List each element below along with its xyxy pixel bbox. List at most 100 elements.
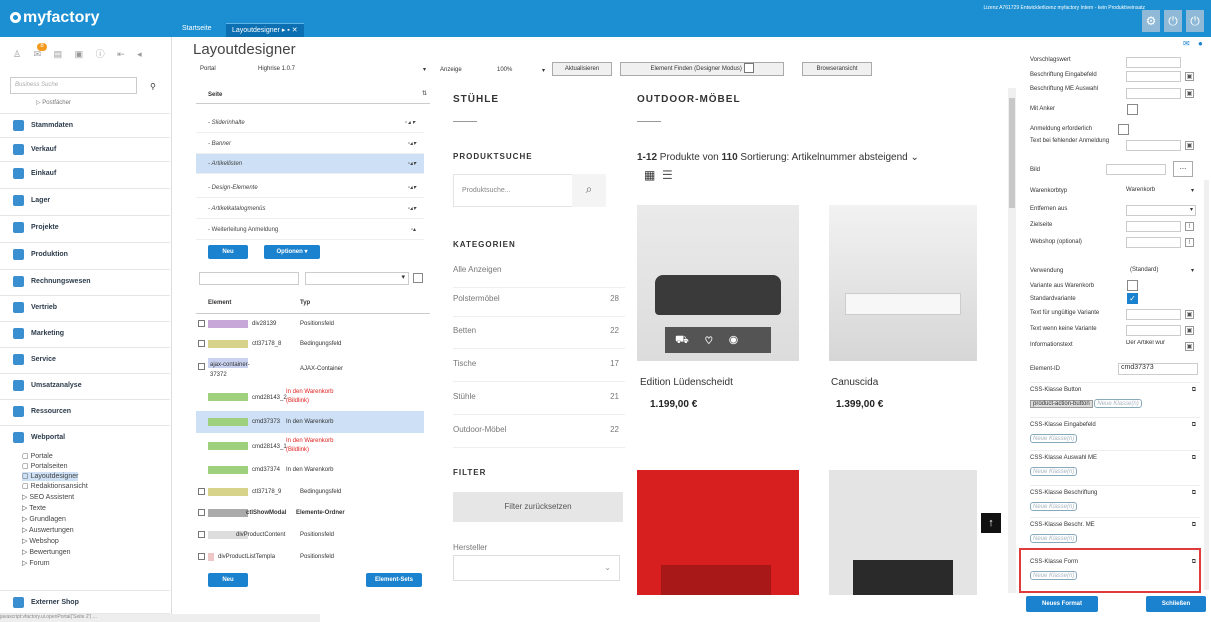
element-row[interactable]: ajax-container-37372 AJAX-Container — [196, 356, 424, 382]
sidebar-sub-portale[interactable]: ▢ Portale — [22, 452, 53, 461]
translate-icon[interactable]: ▣ — [1185, 141, 1194, 150]
translate-icon[interactable]: ▣ — [1185, 89, 1194, 98]
missing-login-text-field[interactable] — [1126, 140, 1181, 151]
sidebar-sub-grundlagen[interactable]: ▷ Grundlagen — [22, 515, 66, 524]
grid-view-icon[interactable]: ▦ — [644, 168, 655, 182]
props-scrollbar[interactable] — [1204, 180, 1209, 590]
refresh-button[interactable]: Aktualisieren — [552, 62, 612, 76]
page-row[interactable]: - Artikelkatalogmenüs ▫▴▾ — [196, 199, 424, 219]
options-button[interactable]: Optionen ▾ — [264, 245, 320, 259]
tree-settings-icon[interactable]: ⇅ — [422, 90, 427, 97]
new-format-button[interactable]: Neues Format — [1026, 596, 1098, 612]
info-icon[interactable]: ! — [1185, 238, 1194, 247]
element-row[interactable]: cmd28143_1 In den Warenkorb (Bildlink) — [196, 434, 424, 460]
sidebar-item-ressourcen[interactable]: Ressourcen — [0, 399, 170, 423]
tab-layoutdesigner[interactable]: Layoutdesigner ▸ ▪ ✕ — [226, 23, 304, 37]
sidebar-item-produktion[interactable]: Produktion — [0, 242, 170, 266]
default-variant-checkbox[interactable]: ✓ — [1127, 293, 1138, 304]
sidebar-item-umsatzanalyse[interactable]: Umsatzanalyse — [0, 373, 170, 397]
translate-icon[interactable]: ▣ — [1185, 342, 1194, 351]
translate-icon[interactable]: ▣ — [1185, 72, 1194, 81]
new-class-input[interactable]: Neue Klasse(n) — [1094, 399, 1142, 408]
translate-icon[interactable]: ▣ — [1185, 326, 1194, 335]
help-icon[interactable]: ● — [1198, 39, 1203, 48]
row-actions-icon[interactable]: ▫▴▾ — [408, 154, 416, 174]
product-name[interactable]: Canuscida — [831, 377, 878, 388]
page-row[interactable]: - Weiterleitung Anmeldung ▫▴ — [196, 220, 424, 240]
product-action-icons[interactable]: ⛟♡◉ — [665, 327, 771, 353]
element-filter-select[interactable]: ▾ — [305, 272, 409, 285]
tab-close-icon[interactable]: ▸ ▪ ✕ — [282, 27, 298, 34]
copy-icon[interactable]: ⧉ — [1192, 522, 1196, 529]
element-row[interactable]: cmd37374 In den Warenkorb — [196, 459, 424, 481]
default-value-input[interactable] — [1126, 57, 1181, 68]
sidebar-sub-seo[interactable]: ▷ SEO Assistent — [22, 493, 74, 502]
row-actions-icon[interactable]: ▫▴▾ — [408, 134, 416, 154]
cart-type-select[interactable]: Warenkorb ▾ — [1126, 187, 1196, 194]
login-required-checkbox[interactable] — [1118, 124, 1129, 135]
category-item[interactable]: Polstermöbel 28 — [453, 281, 625, 317]
product-image-chesterfield[interactable] — [829, 470, 977, 595]
sidebar-item-webportal[interactable]: Webportal — [0, 425, 170, 449]
new-class-input[interactable]: Neue Klasse(n) — [1030, 534, 1078, 543]
element-row[interactable]: ctl37178_9 Bedingungsfeld — [196, 481, 424, 503]
browse-image-button[interactable]: ... — [1173, 161, 1193, 177]
sidebar-toolbar-icons[interactable]: ♙ ✉ ▤ ▣ ⓘ ⇤ ◂ — [13, 47, 147, 60]
copy-icon[interactable]: ⧉ — [1192, 455, 1196, 462]
row-actions-icon[interactable]: ▫▴ — [411, 220, 416, 240]
element-id-field[interactable]: cmd37373 — [1118, 363, 1198, 375]
sidebar-item-lager[interactable]: Lager — [0, 188, 170, 212]
sidebar-sub-redaktionsansicht[interactable]: ▢ Redaktionsansicht — [22, 482, 88, 491]
copy-icon[interactable]: ⧉ — [1192, 559, 1196, 566]
element-row-selected[interactable]: cmd37373 In den Warenkorb — [196, 411, 424, 433]
sidebar-sub-layoutdesigner[interactable]: ▢ Layoutdesigner — [22, 472, 79, 481]
gear-icon[interactable]: ⚙ — [1142, 10, 1160, 32]
copy-icon[interactable]: ⧉ — [1192, 387, 1196, 394]
sidebar-sub-auswertungen[interactable]: ▷ Auswertungen — [22, 526, 74, 535]
page-row[interactable]: - Banner ▫▴▾ — [196, 134, 424, 154]
preview-scrollbar[interactable] — [1008, 88, 1016, 593]
category-item[interactable]: Outdoor-Möbel 22 — [453, 412, 625, 448]
page-row-selected[interactable]: - Artikellisten ▫▴▾ — [196, 154, 424, 174]
mail-icon[interactable]: ✉ — [1183, 39, 1190, 48]
sidebar-sub-bewertungen[interactable]: ▷ Bewertungen — [22, 548, 71, 557]
new-class-input[interactable]: Neue Klasse(n) — [1030, 571, 1078, 580]
element-row[interactable]: ctl37178_8 Bedingungsfeld — [196, 333, 424, 355]
webshop-field[interactable] — [1126, 237, 1181, 248]
copy-icon[interactable]: ⧉ — [1192, 490, 1196, 497]
filter-checkbox[interactable] — [413, 273, 423, 283]
anchor-checkbox[interactable] — [1127, 104, 1138, 115]
sidebar-item-einkauf[interactable]: Einkauf — [0, 161, 170, 185]
browser-view-button[interactable]: Browseransicht — [802, 62, 872, 76]
sidebar-item-projekte[interactable]: Projekte — [0, 215, 170, 239]
find-element-button[interactable]: Element Finden (Designer Modus) — [620, 62, 784, 76]
info-text-field[interactable]: Der Artikel wur — [1126, 340, 1181, 351]
product-name[interactable]: Edition Lüdenscheidt — [640, 377, 733, 388]
app-logo[interactable]: myfactory — [10, 9, 99, 27]
row-actions-icon[interactable]: ▫▴▾ — [408, 178, 416, 198]
category-item[interactable]: Stühle 21 — [453, 379, 625, 415]
product-image-red-room[interactable] — [637, 470, 799, 595]
new-element-button[interactable]: Neu — [208, 573, 248, 587]
new-class-input[interactable]: Neue Klasse(n) — [1030, 502, 1078, 511]
sidebar-item-service[interactable]: Service — [0, 347, 170, 371]
new-page-button[interactable]: Neu — [208, 245, 248, 259]
row-actions-icon[interactable]: ▫▴▾ — [408, 199, 416, 219]
element-sets-button[interactable]: Element-Sets — [366, 573, 422, 587]
info-icon[interactable]: ! — [1185, 222, 1194, 231]
sidebar-item-verkauf[interactable]: Verkauf — [0, 137, 170, 161]
input-caption-field[interactable] — [1126, 71, 1181, 82]
page-row[interactable]: - Sliderinhalte ▫▴▾ — [196, 113, 424, 133]
business-search-input[interactable]: Business Suche — [10, 77, 137, 94]
sidebar-item-stammdaten[interactable]: Stammdaten — [0, 113, 170, 137]
sidebar-item-externer-shop[interactable]: Externer Shop — [0, 590, 170, 614]
scroll-top-icon[interactable]: ↑ — [981, 513, 1001, 533]
list-view-icon[interactable]: ☰ — [662, 168, 673, 182]
invalid-variant-text-field[interactable] — [1126, 309, 1181, 320]
search-settings-icon[interactable]: ⚲ — [150, 82, 156, 91]
sidebar-sub-texte[interactable]: ▷ Texte — [22, 504, 46, 513]
remove-from-select[interactable]: ▾ — [1126, 205, 1196, 216]
search-icon[interactable]: ⌕ — [572, 174, 606, 207]
product-image-canuscida[interactable] — [829, 205, 977, 361]
new-class-input[interactable]: Neue Klasse(n) — [1030, 467, 1078, 476]
